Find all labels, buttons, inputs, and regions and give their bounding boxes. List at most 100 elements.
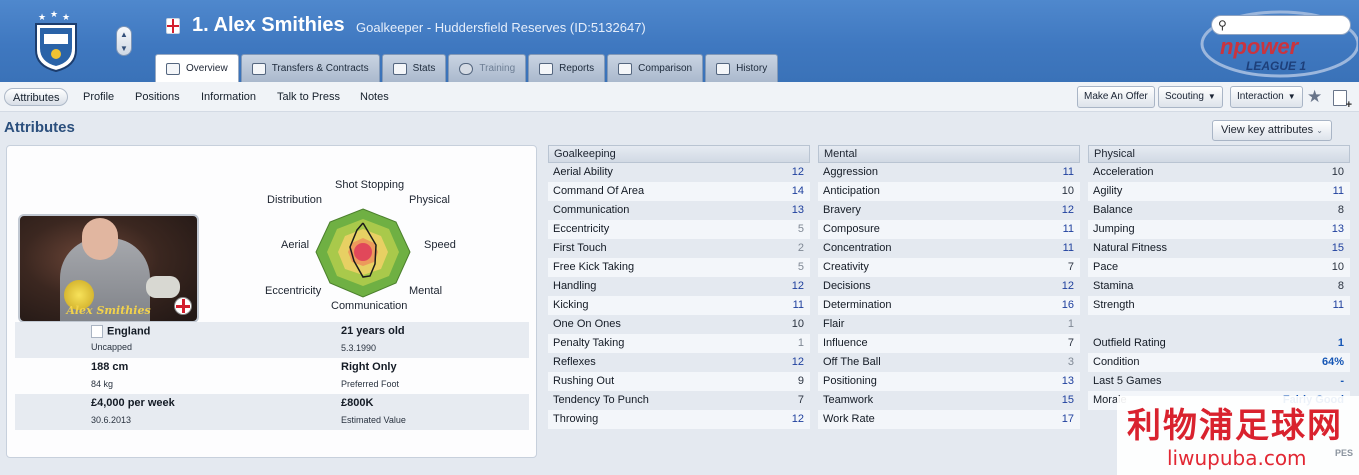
contract-end-label: 30.6.2013 bbox=[91, 415, 132, 425]
radar-label: Distribution bbox=[267, 194, 323, 206]
attribute-row[interactable]: Pace 10 bbox=[1088, 258, 1350, 277]
attribute-value: 64% bbox=[1321, 356, 1344, 368]
attribute-row[interactable]: One On Ones 10 bbox=[548, 315, 810, 334]
attribute-row[interactable]: Anticipation 10 bbox=[818, 182, 1080, 201]
chevron-up-icon[interactable]: ▲ bbox=[120, 30, 128, 39]
attribute-row[interactable]: First Touch 2 bbox=[548, 239, 810, 258]
attribute-name: Aggression bbox=[823, 166, 879, 178]
attribute-row[interactable]: Determination 16 bbox=[818, 296, 1080, 315]
view-key-attributes-button[interactable]: View key attributes ⌄ bbox=[1212, 120, 1332, 141]
attribute-row[interactable]: Eccentricity 5 bbox=[548, 220, 810, 239]
attribute-row[interactable]: Positioning 13 bbox=[818, 372, 1080, 391]
attribute-value: 8 bbox=[1337, 204, 1344, 216]
tab-overview[interactable]: Overview bbox=[155, 54, 239, 82]
attribute-row[interactable]: Reflexes 12 bbox=[548, 353, 810, 372]
table-header: Mental bbox=[818, 145, 1080, 163]
attribute-name: Acceleration bbox=[1093, 166, 1154, 178]
attribute-row[interactable]: Aggression 11 bbox=[818, 163, 1080, 182]
attribute-row[interactable]: Outfield Rating 1 bbox=[1088, 334, 1350, 353]
player-stepper[interactable]: ▲ ▼ bbox=[116, 26, 132, 56]
radar-label: Communication bbox=[331, 300, 408, 312]
attribute-row[interactable]: Free Kick Taking 5 bbox=[548, 258, 810, 277]
interaction-dropdown[interactable]: Interaction ▼ bbox=[1230, 86, 1303, 108]
subnav-profile[interactable]: Profile bbox=[83, 88, 114, 106]
make-offer-button[interactable]: Make An Offer bbox=[1077, 86, 1155, 108]
attribute-row[interactable]: Concentration 11 bbox=[818, 239, 1080, 258]
subnav-attributes[interactable]: Attributes bbox=[4, 88, 69, 106]
attribute-value: 7 bbox=[797, 394, 804, 406]
attribute-row[interactable]: Aerial Ability 12 bbox=[548, 163, 810, 182]
attribute-row[interactable]: Condition 64% bbox=[1088, 353, 1350, 372]
cloud-icon bbox=[459, 62, 474, 75]
subnav-positions[interactable]: Positions bbox=[135, 88, 180, 106]
scouting-dropdown[interactable]: Scouting ▼ bbox=[1158, 86, 1223, 108]
subnav-notes[interactable]: Notes bbox=[360, 88, 389, 106]
attribute-value: 15 bbox=[1331, 242, 1344, 254]
club-crest-icon[interactable]: ★ ★ ★ bbox=[30, 10, 82, 72]
chevron-down-icon[interactable]: ▼ bbox=[120, 44, 128, 53]
attribute-row[interactable]: Influence 7 bbox=[818, 334, 1080, 353]
attribute-row[interactable]: Communication 13 bbox=[548, 201, 810, 220]
search-icon: ⚲ bbox=[1218, 18, 1227, 32]
tab-stats[interactable]: Stats bbox=[381, 54, 447, 82]
nation-flag-icon bbox=[166, 18, 180, 34]
attribute-name: Concentration bbox=[823, 242, 892, 254]
attribute-value: 5 bbox=[797, 261, 804, 273]
attribute-name: Balance bbox=[1093, 204, 1133, 216]
attribute-row[interactable]: Work Rate 17 bbox=[818, 410, 1080, 429]
attribute-value: 13 bbox=[1061, 375, 1074, 387]
attribute-row[interactable]: Composure 11 bbox=[818, 220, 1080, 239]
attribute-row[interactable]: Off The Ball 3 bbox=[818, 353, 1080, 372]
attribute-row[interactable]: Command Of Area 14 bbox=[548, 182, 810, 201]
attribute-value: 11 bbox=[1062, 242, 1074, 254]
attribute-name: Throwing bbox=[553, 413, 599, 425]
tab-transfers-contracts[interactable]: Transfers & Contracts bbox=[240, 54, 380, 82]
attribute-row[interactable]: Teamwork 15 bbox=[818, 391, 1080, 410]
subnav-information[interactable]: Information bbox=[201, 88, 256, 106]
attribute-row[interactable]: Handling 12 bbox=[548, 277, 810, 296]
attribute-row[interactable]: Acceleration 10 bbox=[1088, 163, 1350, 182]
attribute-row[interactable]: Decisions 12 bbox=[818, 277, 1080, 296]
report-icon bbox=[539, 62, 554, 75]
chevron-down-icon: ⌄ bbox=[1316, 126, 1323, 135]
attribute-row[interactable]: Natural Fitness 15 bbox=[1088, 239, 1350, 258]
attribute-name: Positioning bbox=[823, 375, 877, 387]
attribute-name: Work Rate bbox=[823, 413, 875, 425]
star-icon[interactable]: ★ bbox=[1307, 87, 1322, 107]
watermark: 利物浦足球网 liwupuba.com PES bbox=[1117, 396, 1359, 475]
attribute-row[interactable]: Agility 11 bbox=[1088, 182, 1350, 201]
attribute-row[interactable]: Creativity 7 bbox=[818, 258, 1080, 277]
attribute-row[interactable]: Rushing Out 9 bbox=[548, 372, 810, 391]
search-input[interactable]: ⚲ bbox=[1211, 15, 1351, 35]
tab-training[interactable]: Training bbox=[448, 54, 527, 82]
attribute-row[interactable]: Balance 8 bbox=[1088, 201, 1350, 220]
attribute-row[interactable]: Strength 11 bbox=[1088, 296, 1350, 315]
attribute-row[interactable]: Bravery 12 bbox=[818, 201, 1080, 220]
attribute-row[interactable]: Tendency To Punch 7 bbox=[548, 391, 810, 410]
attribute-name: Stamina bbox=[1093, 280, 1134, 292]
attribute-row[interactable]: Kicking 11 bbox=[548, 296, 810, 315]
physical-table: Physical Acceleration 10 Agility 11 Balance 8… bbox=[1088, 145, 1350, 410]
attribute-name: Communication bbox=[553, 204, 630, 216]
table-header: Goalkeeping bbox=[548, 145, 810, 163]
nation-value[interactable]: England bbox=[107, 325, 150, 337]
attribute-row[interactable]: Last 5 Games - bbox=[1088, 372, 1350, 391]
attribute-name: Command Of Area bbox=[553, 185, 645, 197]
attribute-value: 1 bbox=[1067, 318, 1074, 330]
attribute-name: Teamwork bbox=[823, 394, 874, 406]
attribute-row[interactable]: Flair 1 bbox=[818, 315, 1080, 334]
attribute-row[interactable]: Penalty Taking 1 bbox=[548, 334, 810, 353]
attribute-row[interactable]: Throwing 12 bbox=[548, 410, 810, 429]
attribute-value: 10 bbox=[1331, 166, 1344, 178]
attribute-value: 11 bbox=[1062, 223, 1074, 235]
subnav-talk-to-press[interactable]: Talk to Press bbox=[277, 88, 340, 106]
attribute-row[interactable]: Jumping 13 bbox=[1088, 220, 1350, 239]
attribute-row[interactable]: Stamina 8 bbox=[1088, 277, 1350, 296]
tab-history[interactable]: History bbox=[705, 54, 779, 82]
attribute-value: 7 bbox=[1067, 337, 1074, 349]
attribute-value: 1 bbox=[797, 337, 804, 349]
attribute-value: 13 bbox=[791, 204, 804, 216]
tab-reports[interactable]: Reports bbox=[528, 54, 606, 82]
tab-comparison[interactable]: Comparison bbox=[607, 54, 704, 82]
add-note-icon[interactable] bbox=[1333, 90, 1352, 111]
